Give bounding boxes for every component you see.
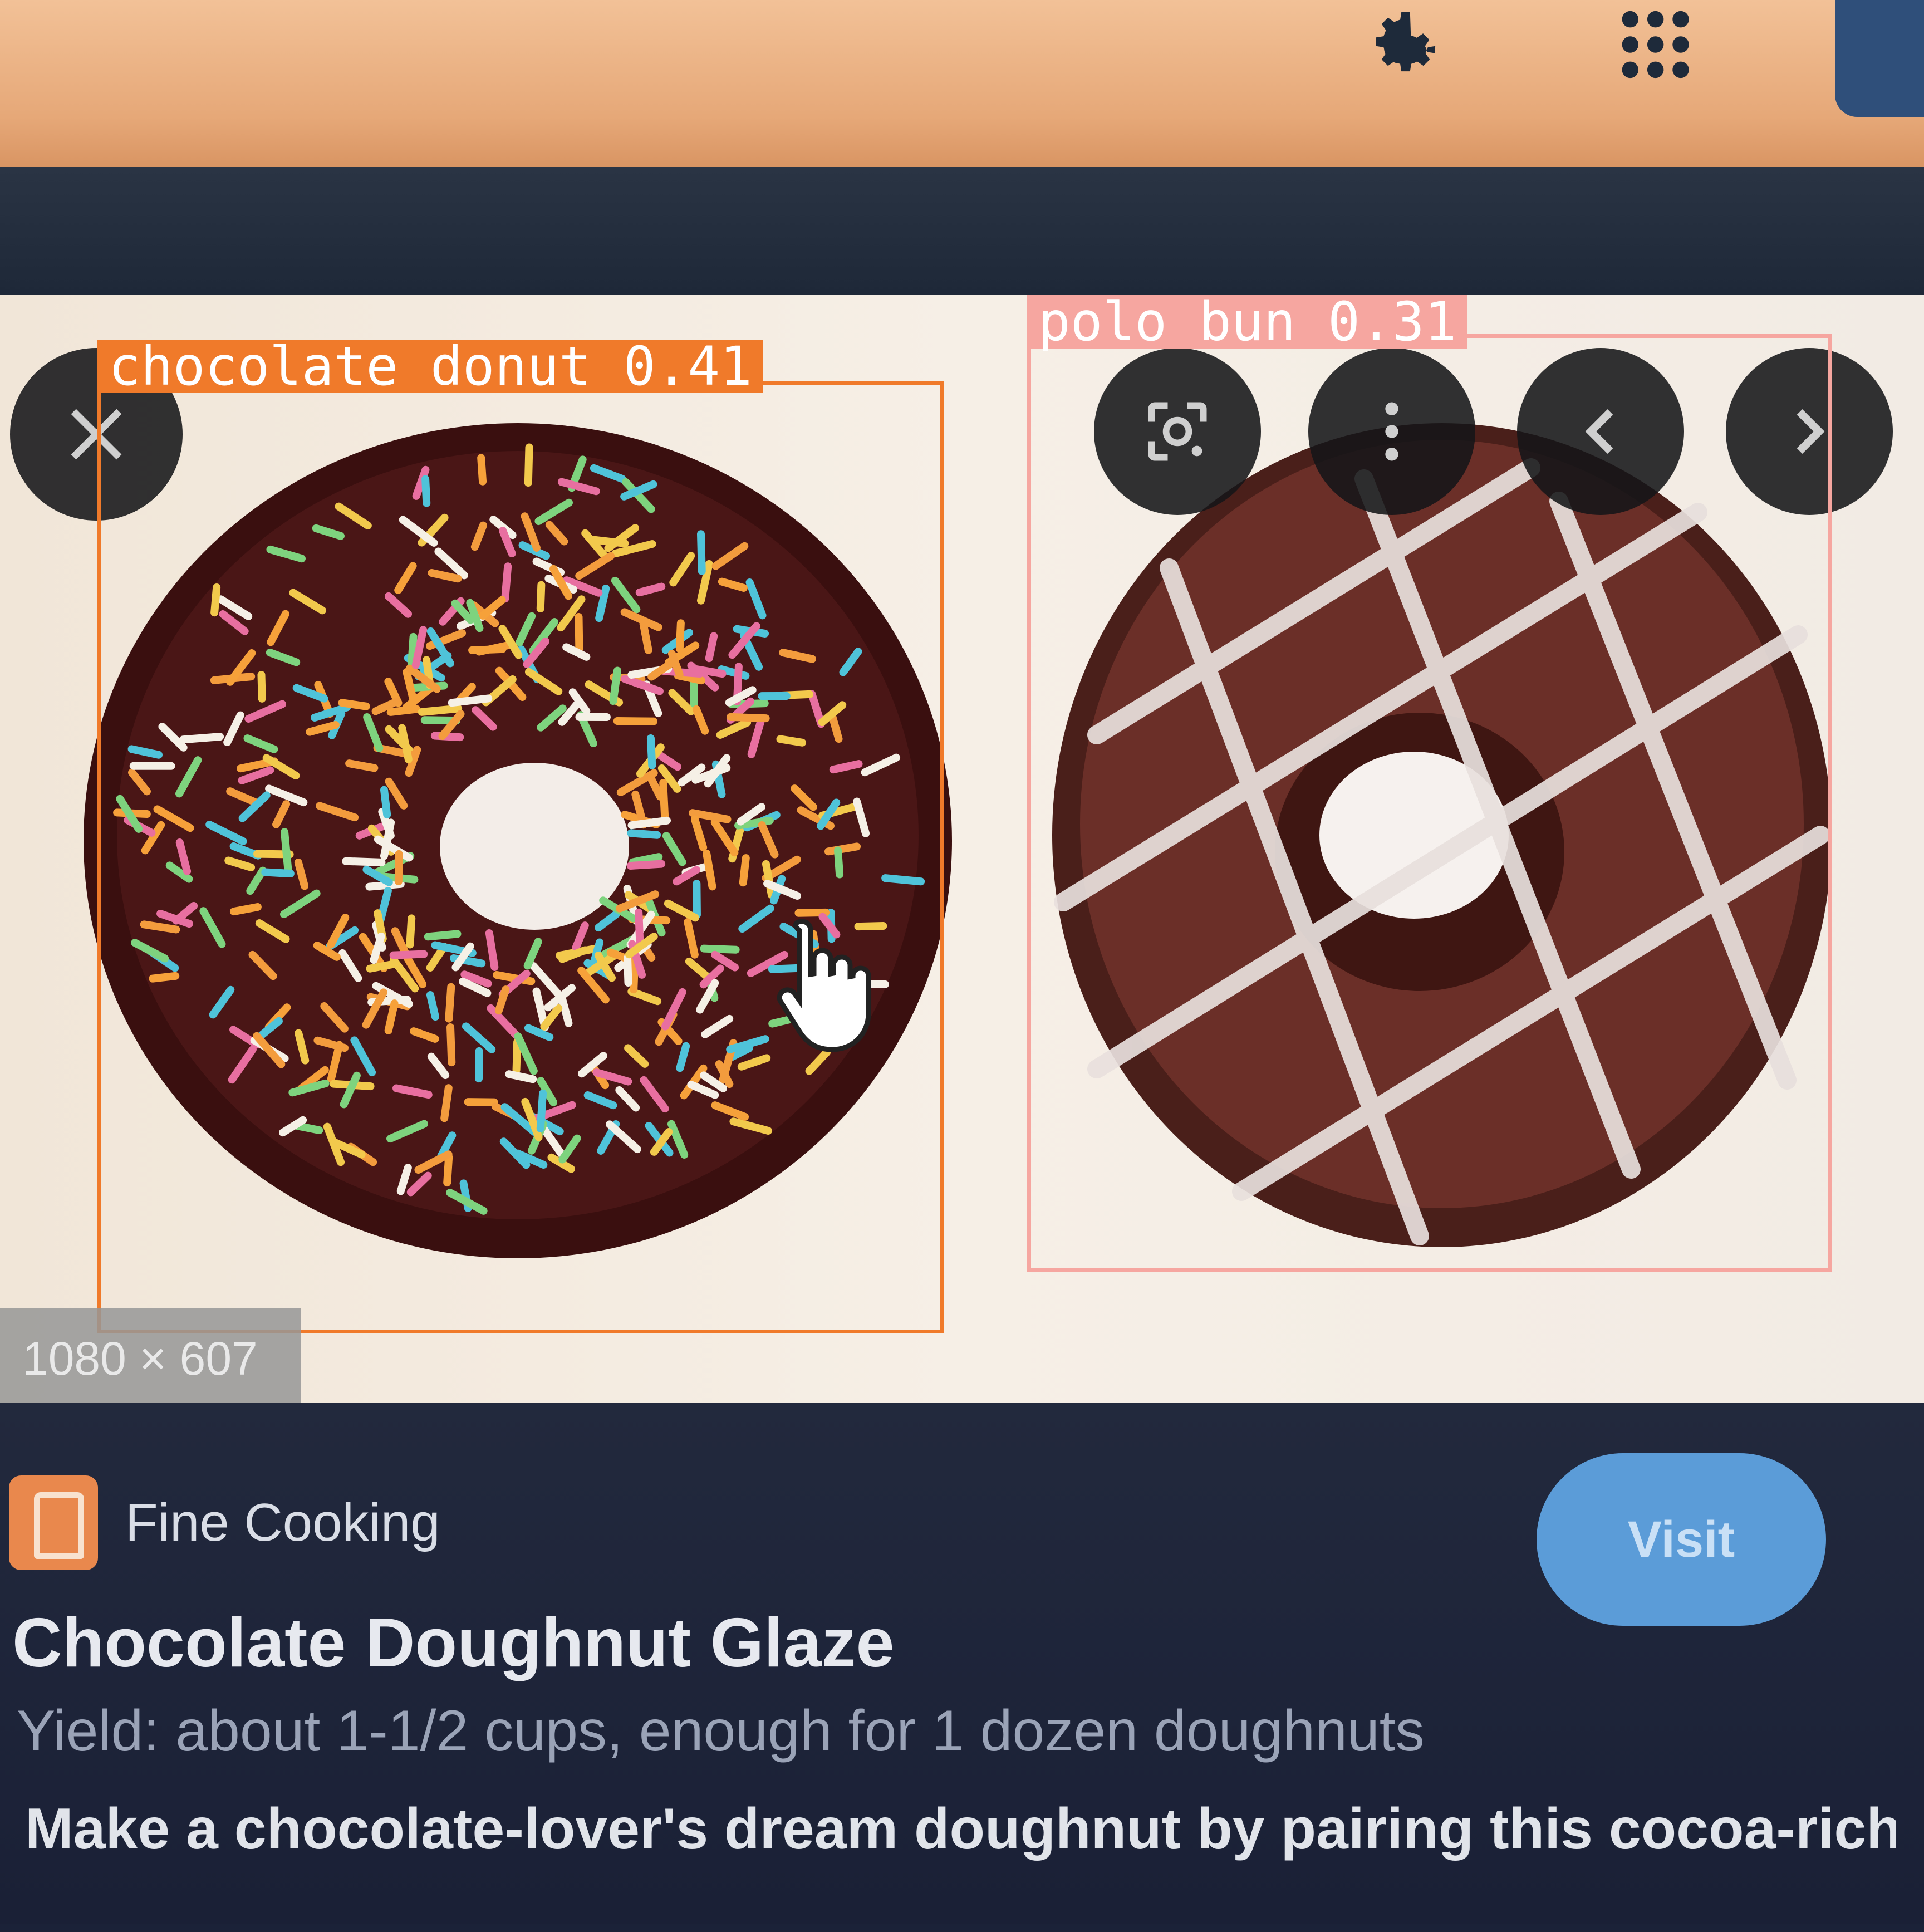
- detection-box-chocolate-donut: [97, 381, 944, 1333]
- detection-label-chocolate-donut: chocolate donut 0.41: [97, 340, 763, 393]
- apps-grid-icon[interactable]: [1614, 6, 1709, 84]
- detection-label-polo-bun: polo bun 0.31: [1027, 295, 1467, 349]
- site-logo-icon: [9, 1475, 98, 1570]
- gear-icon[interactable]: [1358, 0, 1453, 89]
- result-title[interactable]: Chocolate Doughnut Glaze: [12, 1604, 894, 1683]
- result-yield: Yield: about 1-1/2 cups, enough for 1 do…: [17, 1698, 1425, 1764]
- avatar[interactable]: [1835, 0, 1924, 117]
- visit-button[interactable]: Visit: [1537, 1453, 1826, 1626]
- top-header: [0, 0, 1924, 167]
- result-description: Make a chocolate-lover's dream doughnut …: [25, 1787, 1896, 1932]
- detection-box-polo-bun: [1027, 334, 1832, 1272]
- image-dimensions-badge: 1080 × 607: [0, 1308, 301, 1409]
- hand-cursor-icon: [768, 913, 880, 1058]
- site-name[interactable]: Fine Cooking: [125, 1492, 440, 1553]
- divider-strip: [0, 167, 1924, 295]
